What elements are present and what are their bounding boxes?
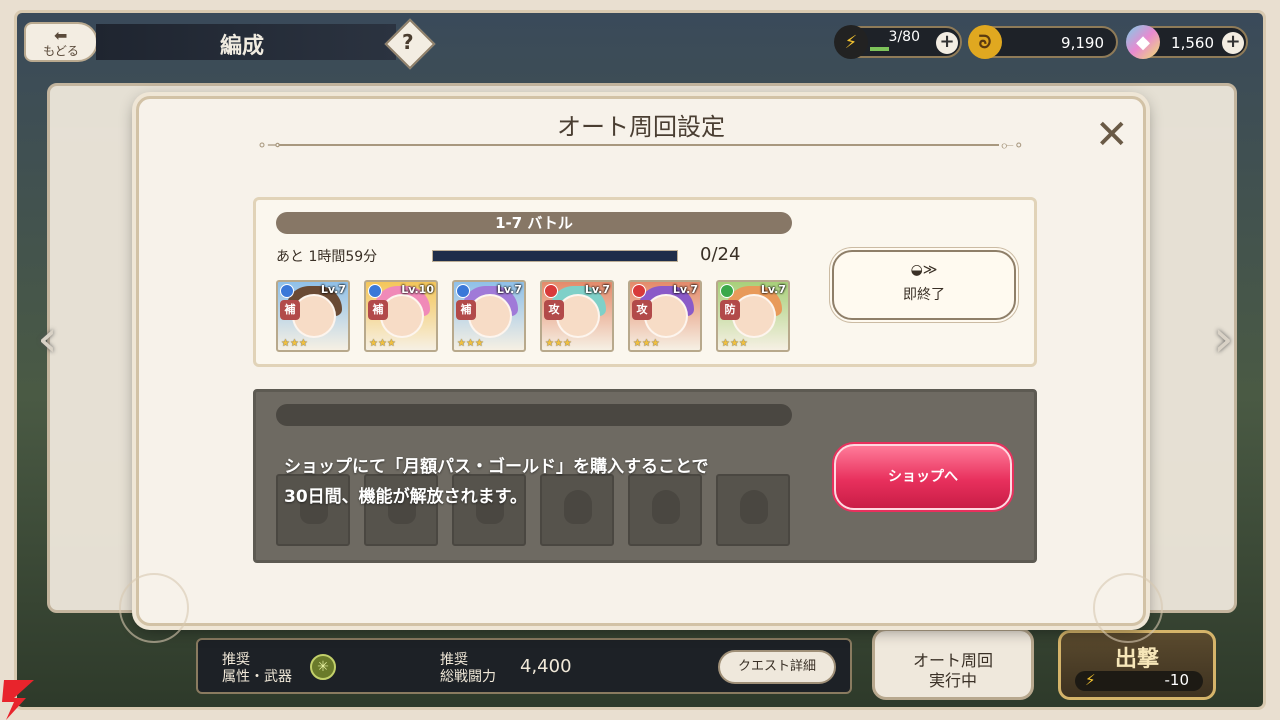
gold-value: 9,190 bbox=[1061, 34, 1104, 52]
divider-ornament-left: ∘⊸ bbox=[257, 135, 281, 154]
finish-now-icon: ◒≫ bbox=[910, 262, 938, 278]
corner-ornament bbox=[119, 573, 189, 643]
party-character-card: 補 Lv.7 ★★★ bbox=[276, 280, 350, 352]
element-icon bbox=[280, 284, 294, 298]
stamina-cost-icon: ⚡ bbox=[1085, 671, 1096, 689]
auto-run-line1: オート周回 bbox=[912, 651, 993, 670]
recommend-attr-label-line2: 属性・武器 bbox=[222, 669, 292, 685]
sortie-label: 出撃 bbox=[1114, 647, 1159, 672]
back-arrow-icon: ⬅ bbox=[54, 26, 68, 45]
character-level: Lv.7 bbox=[496, 283, 522, 296]
element-icon bbox=[632, 284, 646, 298]
gem-value: 1,560 bbox=[1171, 34, 1214, 52]
loop-progress-bar bbox=[432, 250, 678, 262]
character-rarity-stars: ★★★ bbox=[281, 338, 308, 349]
finish-now-label: 即終了 bbox=[903, 287, 945, 303]
gem-plus-button[interactable]: + bbox=[1222, 32, 1244, 54]
locked-slot-panel: ショップにて「月額パス・ゴールド」を購入することで 30日間、機能が解放されます… bbox=[253, 389, 1037, 563]
party-character-card: 攻 Lv.7 ★★★ bbox=[540, 280, 614, 352]
party-character-card: 補 Lv.7 ★★★ bbox=[452, 280, 526, 352]
character-rarity-stars: ★★★ bbox=[545, 338, 572, 349]
stamina-bar bbox=[870, 47, 889, 51]
running-battle-panel: 1-7 バトル あと 1時間59分 0/24 補 Lv.7 ★★★ 補 Lv.10 ★★★… bbox=[253, 197, 1037, 367]
stage-name: 1-7 バトル bbox=[276, 212, 792, 234]
recommend-power-label-line1: 推奨 bbox=[440, 652, 468, 668]
stamina-value: 3/80 bbox=[888, 29, 920, 45]
recommend-attr-label: 推奨 属性・武器 bbox=[222, 652, 292, 686]
back-label: もどる bbox=[43, 44, 79, 58]
gold-display: ᘐ 9,190 bbox=[968, 25, 1118, 59]
character-rarity-stars: ★★★ bbox=[457, 338, 484, 349]
character-level: Lv.10 bbox=[401, 283, 434, 296]
quest-detail-button[interactable]: クエスト詳細 bbox=[718, 650, 836, 684]
close-icon[interactable]: ✕ bbox=[1095, 115, 1129, 155]
stamina-display: ⚡ 3/80 + bbox=[834, 25, 962, 59]
go-to-shop-button[interactable]: ショップへ bbox=[834, 444, 1012, 510]
unlock-message: ショップにて「月額パス・ゴールド」を購入することで 30日間、機能が解放されます… bbox=[284, 452, 709, 512]
page-title: 編成 bbox=[220, 34, 265, 59]
remaining-time: あと 1時間59分 bbox=[276, 249, 378, 265]
character-role-badge: 補 bbox=[280, 300, 300, 320]
sortie-cost: ⚡ -10 bbox=[1075, 671, 1203, 691]
loop-progress-count: 0/24 bbox=[700, 244, 741, 265]
character-level: Lv.7 bbox=[672, 283, 698, 296]
corner-ornament bbox=[1093, 573, 1163, 643]
stamina-bolt-icon: ⚡ bbox=[834, 25, 868, 59]
character-level: Lv.7 bbox=[584, 283, 610, 296]
gem-display: ◆ 1,560 + bbox=[1126, 25, 1248, 59]
party-character-row: 補 Lv.7 ★★★ 補 Lv.10 ★★★ 補 Lv.7 ★★★ 攻 Lv.7 ★★★ 攻 Lv.7 ★★… bbox=[276, 280, 796, 352]
recommend-power-value: 4,400 bbox=[520, 656, 572, 677]
auto-run-line2: 実行中 bbox=[928, 671, 977, 690]
recommend-power-label: 推奨 総戦闘力 bbox=[440, 652, 496, 686]
party-character-card: 防 Lv.7 ★★★ bbox=[716, 280, 790, 352]
party-character-card: 補 Lv.10 ★★★ bbox=[364, 280, 438, 352]
character-silhouette-icon bbox=[740, 490, 768, 524]
back-button[interactable]: ⬅ もどる bbox=[24, 22, 98, 62]
character-role-badge: 防 bbox=[720, 300, 740, 320]
element-icon bbox=[456, 284, 470, 298]
element-icon bbox=[368, 284, 382, 298]
character-rarity-stars: ★★★ bbox=[633, 338, 660, 349]
recommend-attr-icon: ✳ bbox=[310, 654, 336, 680]
character-role-badge: 補 bbox=[368, 300, 388, 320]
stamina-plus-button[interactable]: + bbox=[936, 32, 958, 54]
prev-party-arrow-icon[interactable]: ‹ bbox=[37, 309, 58, 369]
help-icon: ? bbox=[402, 30, 414, 54]
character-level: Lv.7 bbox=[760, 283, 786, 296]
recommend-attr-label-line1: 推奨 bbox=[222, 652, 250, 668]
character-rarity-stars: ★★★ bbox=[721, 338, 748, 349]
unlock-message-line2: 30日間、機能が解放されます。 bbox=[284, 487, 527, 507]
character-role-badge: 攻 bbox=[544, 300, 564, 320]
next-party-arrow-icon[interactable]: › bbox=[1213, 309, 1234, 369]
element-icon bbox=[544, 284, 558, 298]
auto-run-status-button[interactable]: オート周回 実行中 bbox=[872, 628, 1034, 700]
character-role-badge: 攻 bbox=[632, 300, 652, 320]
unlock-message-line1: ショップにて「月額パス・ゴールド」を購入することで bbox=[284, 457, 709, 477]
locked-title-bar bbox=[276, 404, 792, 426]
finish-now-button[interactable]: ◒≫ 即終了 bbox=[832, 250, 1016, 320]
brand-logo-icon bbox=[2, 680, 34, 720]
gem-icon: ◆ bbox=[1126, 25, 1160, 59]
dialog-title: オート周回設定 bbox=[557, 113, 725, 141]
party-character-card: 攻 Lv.7 ★★★ bbox=[628, 280, 702, 352]
element-icon bbox=[720, 284, 734, 298]
character-rarity-stars: ★★★ bbox=[369, 338, 396, 349]
locked-character-slot bbox=[716, 474, 790, 546]
character-level: Lv.7 bbox=[320, 283, 346, 296]
title-divider bbox=[279, 144, 999, 146]
divider-ornament-right: ⟜∘ bbox=[1001, 135, 1024, 154]
gold-coin-icon: ᘐ bbox=[968, 25, 1002, 59]
recommend-power-label-line2: 総戦闘力 bbox=[440, 669, 496, 685]
character-role-badge: 補 bbox=[456, 300, 476, 320]
sortie-cost-value: -10 bbox=[1164, 671, 1190, 689]
auto-loop-settings-dialog: オート周回設定 ∘⊸ ⟜∘ ✕ 1-7 バトル あと 1時間59分 0/24 補… bbox=[119, 96, 1163, 643]
